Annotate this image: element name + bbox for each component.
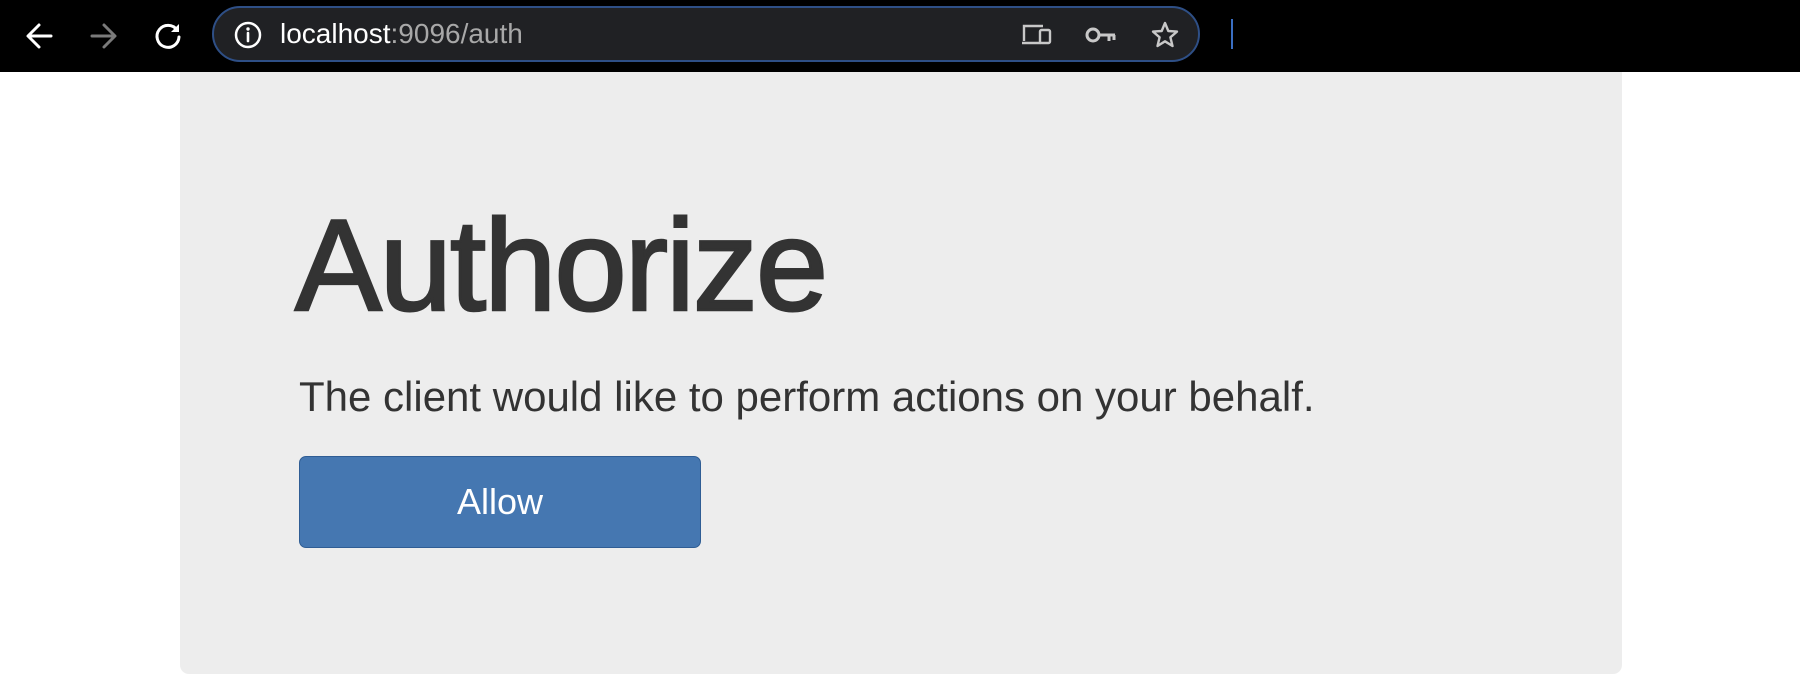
arrow-left-icon (26, 23, 53, 49)
page-title: Authorize (294, 192, 830, 338)
reload-icon (155, 23, 181, 49)
devices-icon[interactable] (1020, 18, 1054, 52)
page-description: The client would like to perform actions… (299, 373, 1315, 420)
reload-button[interactable] (146, 14, 190, 58)
site-info-icon[interactable] (232, 19, 264, 51)
url-text[interactable]: localhost:9096/auth (280, 8, 523, 60)
star-icon[interactable] (1148, 18, 1182, 52)
back-button[interactable] (17, 14, 61, 58)
forward-button[interactable] (82, 14, 126, 58)
browser-toolbar: localhost:9096/auth (0, 0, 1800, 72)
address-bar[interactable]: localhost:9096/auth (212, 6, 1200, 62)
url-path: :9096/auth (390, 18, 523, 49)
text-cursor (1231, 19, 1233, 49)
allow-button[interactable]: Allow (299, 456, 701, 548)
arrow-right-icon (90, 23, 117, 49)
key-icon[interactable] (1084, 18, 1118, 52)
url-host: localhost (280, 18, 391, 49)
auth-panel: Authorize The client would like to perfo… (180, 72, 1622, 674)
